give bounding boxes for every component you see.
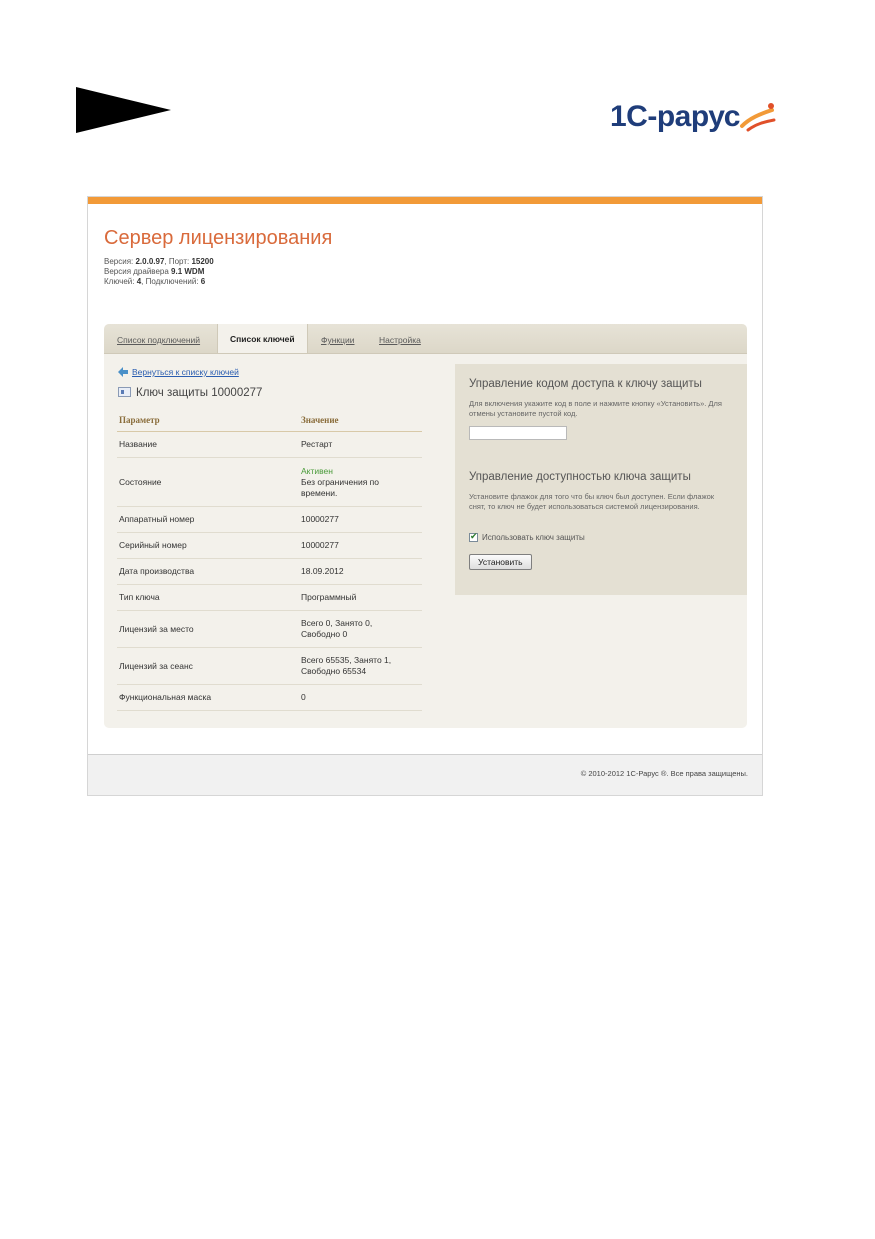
tab-connections[interactable]: Список подключений xyxy=(117,335,200,345)
keys-label: Ключей: xyxy=(104,277,137,286)
port-value: 15200 xyxy=(191,257,214,266)
table-row: Аппаратный номер 10000277 xyxy=(117,506,422,533)
version-line: Версия: 2.0.0.97, Порт: 15200 xyxy=(104,257,214,267)
key-title-text: Ключ защиты 10000277 xyxy=(136,387,263,399)
status-badge: Активен xyxy=(301,465,333,476)
table-row: Состояние Активен Без ограничения по вре… xyxy=(117,457,422,507)
brand-logo: 1С-рарус xyxy=(610,98,776,138)
accent-stripe xyxy=(88,197,762,204)
app-window: Сервер лицензирования Версия: 2.0.0.97, … xyxy=(87,196,763,796)
connections-label: , Подключений: xyxy=(141,277,201,286)
availability-title: Управление доступностью ключа защиты xyxy=(469,471,691,483)
param-name: Аппаратный номер xyxy=(117,506,299,533)
table-row: Название Рестарт xyxy=(117,431,422,458)
param-name: Серийный номер xyxy=(117,532,299,559)
tab-keys[interactable]: Список ключей xyxy=(217,324,308,353)
back-link-label: Вернуться к списку ключей xyxy=(132,367,239,377)
version-label: Версия: xyxy=(104,257,136,266)
col-param-header: Параметр xyxy=(117,408,299,432)
param-name: Тип ключа xyxy=(117,584,299,611)
param-name: Название xyxy=(117,431,299,458)
footer: © 2010-2012 1С-Рарус ®. Все права защище… xyxy=(88,754,762,795)
param-value: 18.09.2012 xyxy=(299,558,422,585)
table-row: Лицензий за место Всего 0, Занято 0, Сво… xyxy=(117,610,422,648)
counts-line: Ключей: 4, Подключений: 6 xyxy=(104,277,214,287)
back-to-keys-link[interactable]: Вернуться к списку ключей xyxy=(118,367,239,377)
param-name: Состояние xyxy=(117,457,299,507)
table-row: Функциональная маска 0 xyxy=(117,684,422,711)
param-value: Всего 0, Занято 0, Свободно 0 xyxy=(299,610,422,648)
table-header-row: Параметр Значение xyxy=(117,408,422,432)
param-value-text: Всего 65535, Занято 1, Свободно 65534 xyxy=(301,655,392,676)
key-title: Ключ защиты 10000277 xyxy=(118,387,262,399)
use-key-checkbox-label: Использовать ключ защиты xyxy=(482,533,585,542)
param-name: Лицензий за сеанс xyxy=(117,647,299,685)
set-button[interactable]: Установить xyxy=(469,554,532,570)
col-value-header: Значение xyxy=(299,408,422,432)
param-name: Лицензий за место xyxy=(117,610,299,648)
param-value: 10000277 xyxy=(299,532,422,559)
access-code-title: Управление кодом доступа к ключу защиты xyxy=(469,378,702,390)
copyright-text: © 2010-2012 1С-Рарус ®. Все права защище… xyxy=(580,769,748,778)
param-value: 10000277 xyxy=(299,506,422,533)
tab-settings[interactable]: Настройка xyxy=(379,335,421,345)
server-info: Версия: 2.0.0.97, Порт: 15200 Версия дра… xyxy=(104,257,214,287)
tab-bar: Список подключений Список ключей Функции… xyxy=(104,324,747,354)
key-params-table: Параметр Значение Название Рестарт Состо… xyxy=(117,408,422,711)
logo-text: 1С-рарус xyxy=(610,100,740,133)
access-code-description: Для включения укажите код в поле и нажми… xyxy=(469,399,722,418)
checkmark-icon: ✔ xyxy=(470,531,478,541)
swoosh-icon xyxy=(740,103,776,132)
table-row: Дата производства 18.09.2012 xyxy=(117,558,422,585)
version-value: 2.0.0.97 xyxy=(135,257,165,266)
param-value: Программный xyxy=(299,584,422,611)
availability-description: Установите флажок для того что бы ключ б… xyxy=(469,492,715,511)
page-title: Сервер лицензирования xyxy=(104,227,333,249)
key-window-icon xyxy=(118,387,131,397)
table-row: Лицензий за сеанс Всего 65535, Занято 1,… xyxy=(117,647,422,685)
table-row: Серийный номер 10000277 xyxy=(117,532,422,559)
param-name: Функциональная маска xyxy=(117,684,299,711)
param-value: Активен Без ограничения по времени. xyxy=(299,457,422,507)
param-value: 0 xyxy=(299,684,422,711)
arrow-left-icon xyxy=(118,367,128,377)
param-value: Рестарт xyxy=(299,431,422,458)
access-code-input[interactable] xyxy=(469,426,567,440)
main-panel: Список подключений Список ключей Функции… xyxy=(104,324,747,728)
tab-functions[interactable]: Функции xyxy=(321,335,355,345)
port-label: , Порт: xyxy=(164,257,192,266)
table-row: Тип ключа Программный xyxy=(117,584,422,611)
param-value-text: Всего 0, Занято 0, Свободно 0 xyxy=(301,618,373,639)
driver-line: Версия драйвера 9.1 WDM xyxy=(104,267,214,277)
driver-label: Версия драйвера xyxy=(104,267,172,276)
status-detail: Без ограничения по времени. xyxy=(301,476,379,498)
param-value: Всего 65535, Занято 1, Свободно 65534 xyxy=(299,647,422,685)
driver-value: 9.1 WDM xyxy=(171,267,205,276)
param-name: Дата производства xyxy=(117,558,299,585)
arrow-shape-icon xyxy=(76,87,171,133)
connections-value: 6 xyxy=(200,277,206,286)
key-management-sidebar: Управление кодом доступа к ключу защиты … xyxy=(455,364,747,595)
